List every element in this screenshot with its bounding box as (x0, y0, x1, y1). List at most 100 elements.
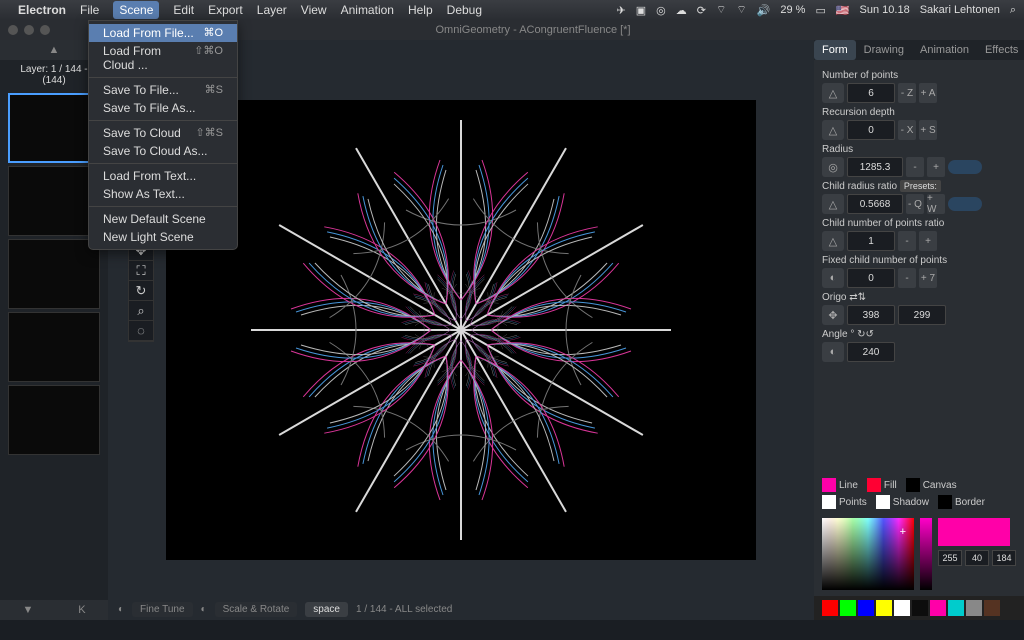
palette-color[interactable] (822, 600, 838, 616)
battery-percent[interactable]: 29 % (780, 4, 805, 16)
menu-load-from-text[interactable]: Load From Text... (89, 167, 237, 185)
child-points-minus[interactable]: - (898, 231, 916, 251)
menu-layer[interactable]: Layer (257, 3, 287, 17)
color-gradient-picker[interactable]: + (822, 518, 914, 590)
palette-color[interactable] (930, 600, 946, 616)
menu-scene[interactable]: Scene (113, 1, 159, 19)
spotlight-icon[interactable]: ⌕ (1010, 4, 1016, 17)
tab-animation[interactable]: Animation (912, 40, 977, 60)
cloud-icon[interactable]: ☁ (676, 4, 687, 17)
menu-save-to-file[interactable]: Save To File...⌘S (89, 81, 237, 99)
menu-help[interactable]: Help (408, 3, 433, 17)
palette-color[interactable] (966, 600, 982, 616)
fine-tune-toggle-icon[interactable]: ◐ (118, 604, 124, 615)
volume-icon[interactable]: 🔊 (757, 4, 771, 17)
layer-thumb[interactable] (8, 385, 100, 455)
presets-dropdown[interactable]: Presets: (900, 180, 941, 192)
origo-arrows-icon[interactable]: ⇄⇅ (849, 292, 866, 303)
tab-effects[interactable]: Effects (977, 40, 1024, 60)
layers-k-button[interactable]: K (78, 604, 85, 616)
menu-animation[interactable]: Animation (341, 3, 394, 17)
menu-new-light-scene[interactable]: New Light Scene (89, 228, 237, 246)
angle-rotate-icon[interactable]: ↻↺ (857, 329, 874, 340)
child-radius-input[interactable] (847, 194, 903, 214)
radius-input[interactable] (847, 157, 903, 177)
tab-drawing[interactable]: Drawing (856, 40, 912, 60)
menu-debug[interactable]: Debug (447, 3, 482, 17)
zoom-tool-icon[interactable]: ⌕ (129, 301, 153, 321)
palette-color[interactable] (876, 600, 892, 616)
battery-icon[interactable]: ▭ (815, 4, 825, 17)
line-color-swatch[interactable] (822, 478, 836, 492)
menu-save-to-cloud[interactable]: Save To Cloud⇧⌘S (89, 124, 237, 142)
rgb-g-input[interactable] (965, 550, 989, 566)
wifi-icon[interactable]: ⌔ (736, 3, 746, 17)
menu-load-from-file[interactable]: Load From File...⌘O (89, 24, 237, 42)
recursion-plus[interactable]: + S (919, 120, 937, 140)
num-points-minus[interactable]: - Z (898, 83, 916, 103)
rgb-b-input[interactable] (992, 550, 1016, 566)
menu-file[interactable]: File (80, 3, 99, 17)
palette-color[interactable] (894, 600, 910, 616)
menu-export[interactable]: Export (208, 3, 243, 17)
main-canvas[interactable] (166, 100, 756, 560)
layer-thumb[interactable] (8, 166, 100, 236)
hue-slider[interactable] (920, 518, 932, 590)
palette-color[interactable] (858, 600, 874, 616)
origo-x-input[interactable] (847, 305, 895, 325)
recursion-input[interactable] (847, 120, 895, 140)
layers-down-arrow[interactable]: ▼ (22, 604, 33, 616)
layer-thumb[interactable] (8, 239, 100, 309)
num-points-input[interactable] (847, 83, 895, 103)
fixed-child-input[interactable] (847, 268, 895, 288)
child-radius-minus[interactable]: - Q (906, 194, 924, 214)
select-tool-icon[interactable]: ◌ (129, 321, 153, 341)
fullscreen-tool-icon[interactable]: ⛶ (129, 261, 153, 281)
palette-color[interactable] (912, 600, 928, 616)
app-name[interactable]: Electron (18, 3, 66, 17)
clock-time[interactable]: Sun 10.18 (860, 4, 910, 16)
menu-view[interactable]: View (301, 3, 327, 17)
recursion-minus[interactable]: - X (898, 120, 916, 140)
user-name[interactable]: Sakari Lehtonen (920, 4, 1000, 16)
bluetooth-icon[interactable]: ⌔ (716, 3, 726, 17)
fine-tune-button[interactable]: Fine Tune (132, 602, 192, 617)
fixed-child-plus[interactable]: + 7 (919, 268, 937, 288)
circle-icon[interactable]: ◎ (656, 4, 666, 17)
menu-show-as-text[interactable]: Show As Text... (89, 185, 237, 203)
border-color-swatch[interactable] (938, 495, 952, 509)
num-points-plus[interactable]: + A (919, 83, 937, 103)
sync-icon[interactable]: ⟳ (697, 4, 706, 17)
canvas-color-swatch[interactable] (906, 478, 920, 492)
palette-color[interactable] (984, 600, 1000, 616)
menu-load-from-cloud[interactable]: Load From Cloud ...⇧⌘O (89, 42, 237, 74)
points-color-swatch[interactable] (822, 495, 836, 509)
zoom-window-dot[interactable] (40, 25, 50, 35)
tab-form[interactable]: Form (814, 40, 856, 60)
menu-save-to-file-as[interactable]: Save To File As... (89, 99, 237, 117)
child-radius-slider[interactable] (948, 197, 982, 211)
display-icon[interactable]: ▣ (636, 4, 646, 17)
rotate-tool-icon[interactable]: ↻ (129, 281, 153, 301)
layer-thumb[interactable] (8, 93, 100, 163)
menu-save-to-cloud-as[interactable]: Save To Cloud As... (89, 142, 237, 160)
radius-plus[interactable]: + (927, 157, 945, 177)
radius-minus[interactable]: - (906, 157, 924, 177)
rgb-r-input[interactable] (938, 550, 962, 566)
menu-new-default-scene[interactable]: New Default Scene (89, 210, 237, 228)
flag-icon[interactable]: 🇺🇸 (836, 4, 850, 17)
space-button[interactable]: space (305, 602, 348, 617)
scale-rotate-button[interactable]: Scale & Rotate (215, 602, 298, 617)
radius-slider[interactable] (948, 160, 982, 174)
palette-color[interactable] (948, 600, 964, 616)
telegram-icon[interactable]: ✈ (617, 4, 626, 17)
origo-y-input[interactable] (898, 305, 946, 325)
fill-color-swatch[interactable] (867, 478, 881, 492)
fixed-child-minus[interactable]: - (898, 268, 916, 288)
minimize-window-dot[interactable] (24, 25, 34, 35)
layer-thumb[interactable] (8, 312, 100, 382)
child-points-plus[interactable]: + (919, 231, 937, 251)
child-points-input[interactable] (847, 231, 895, 251)
child-radius-plus[interactable]: + W (927, 194, 945, 214)
scale-rotate-toggle-icon[interactable]: ◐ (201, 604, 207, 615)
